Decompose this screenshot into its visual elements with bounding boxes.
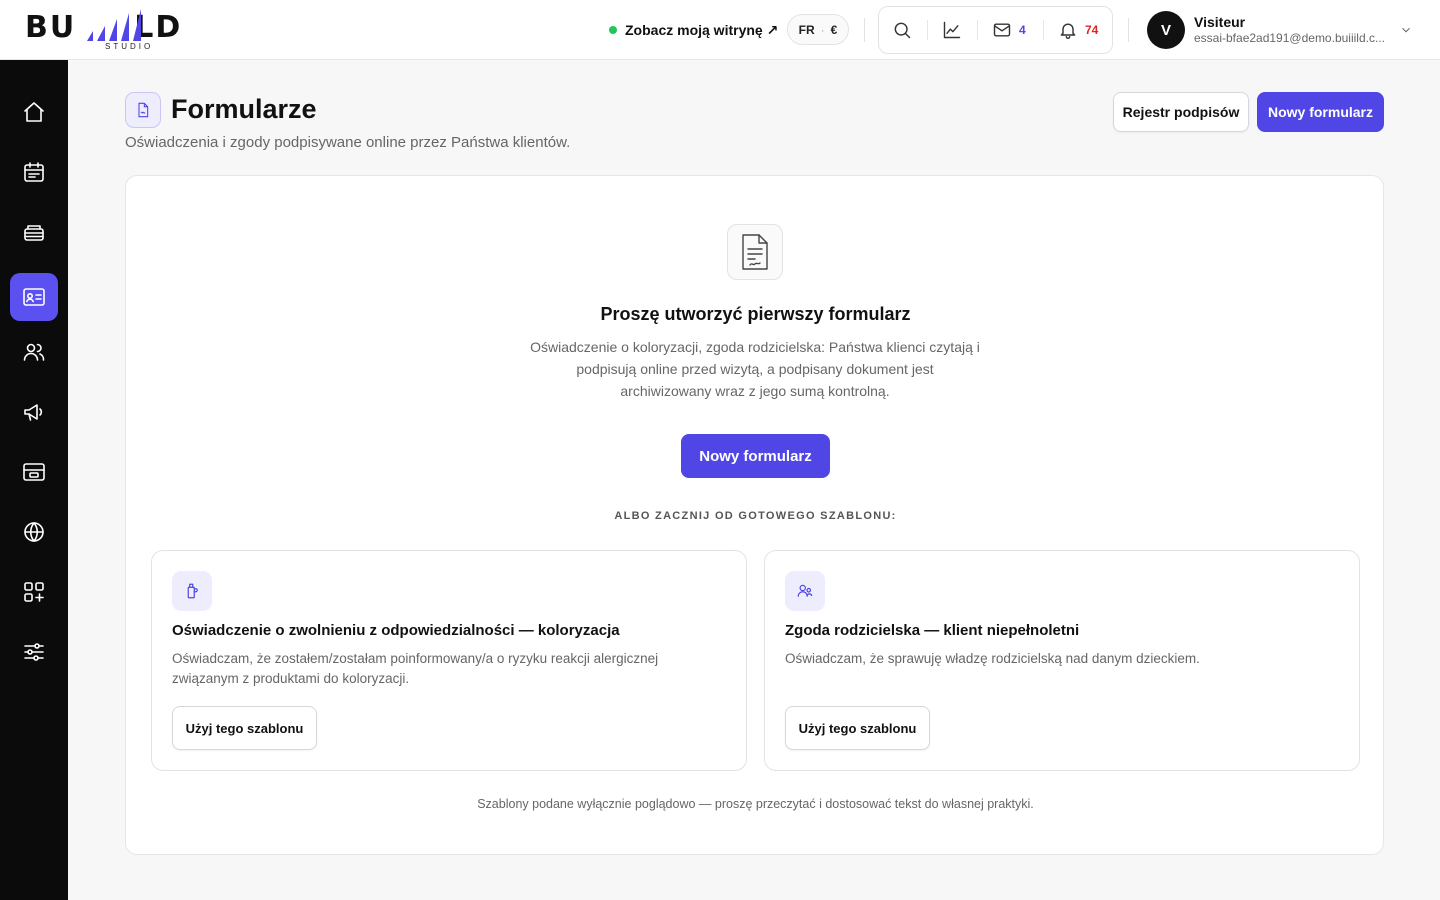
sidebar-item-home[interactable] [10, 88, 58, 136]
empty-state-title: Proszę utworzyć pierwszy formularz [600, 304, 911, 324]
top-bar: BU LD STUDIO Zobacz moją witrynę ↗ FR · €… [0, 0, 1440, 60]
payment-icon [23, 463, 45, 481]
templates-label: ALBO ZACZNIJ OD GOTOWEGO SZABLONU: [614, 510, 897, 522]
tool-divider [977, 20, 978, 40]
parent-child-icon [797, 584, 813, 597]
messages-button[interactable]: 4 [992, 7, 1026, 53]
user-email: essai-bfae2ad191@demo.buiiild.c... [1194, 31, 1385, 45]
sidebar-item-services[interactable] [10, 208, 58, 256]
tool-divider [927, 20, 928, 40]
view-site-label: Zobacz moją witrynę ↗ [625, 21, 779, 38]
signature-register-button[interactable]: Rejestr podpisów [1113, 92, 1249, 132]
sidebar-item-apps[interactable] [10, 568, 58, 616]
sidebar-item-forms[interactable] [10, 273, 58, 321]
globe-icon [24, 522, 44, 542]
avatar: V [1147, 11, 1185, 49]
document-icon [138, 102, 149, 118]
tool-divider [1043, 20, 1044, 40]
brand-logo[interactable]: BU LD STUDIO [25, 9, 185, 53]
megaphone-icon [24, 404, 43, 421]
chevron-down-icon [1402, 27, 1410, 33]
home-icon [24, 102, 44, 122]
template-title: Oświadczenie o zwolnieniu z odpowiedzial… [172, 622, 620, 639]
template-card-parental-consent: Zgoda rodzicielska — klient niepełnoletn… [764, 550, 1360, 771]
stack-icon [24, 225, 44, 241]
online-status-dot [609, 26, 617, 34]
notifications-button[interactable]: 74 [1058, 7, 1098, 53]
sidebar-item-clients[interactable] [10, 328, 58, 376]
stats-button[interactable] [942, 7, 962, 53]
templates-disclaimer: Szablony podane wyłącznie poglądowo — pr… [477, 797, 1034, 811]
separator-dot: · [820, 22, 825, 37]
template-description: Oświadczam, że zostałem/zostałam poinfor… [172, 651, 659, 686]
users-icon [23, 343, 45, 361]
empty-state-description: Oświadczenie o koloryzacji, zgoda rodzic… [530, 339, 980, 399]
sidebar-item-settings[interactable] [10, 628, 58, 676]
template-icon [172, 571, 212, 611]
template-description: Oświadczam, że sprawuję władzę rodziciel… [785, 651, 1200, 666]
template-icon [785, 571, 825, 611]
bell-icon [1060, 23, 1076, 39]
logo-bars-icon [87, 9, 141, 41]
chart-line-icon [943, 21, 961, 39]
sidebar-item-payments[interactable] [10, 448, 58, 496]
language-code: FR [798, 22, 815, 37]
language-currency-selector[interactable]: FR · € [787, 14, 849, 45]
sidebar-item-marketing[interactable] [10, 388, 58, 436]
page-icon [125, 92, 161, 128]
view-site-link[interactable]: Zobacz moją witrynę ↗ [609, 20, 778, 40]
header-tools: 4 74 [878, 6, 1113, 54]
logo-subtitle: STUDIO [105, 42, 154, 51]
sliders-icon [24, 643, 44, 661]
currency-symbol: € [830, 22, 838, 37]
header-divider [1128, 18, 1129, 42]
use-template-button[interactable]: Użyj tego szablonu [785, 706, 930, 750]
user-name: Visiteur [1194, 14, 1246, 30]
search-button[interactable] [892, 7, 912, 53]
color-bottle-icon [187, 583, 198, 599]
template-card-coloring: Oświadczenie o zwolnieniu z odpowiedzial… [151, 550, 747, 771]
create-form-button[interactable]: Nowy formularz [681, 434, 830, 478]
notifications-count: 74 [1085, 23, 1099, 37]
use-template-button[interactable]: Użyj tego szablonu [172, 706, 317, 750]
user-menu[interactable]: V Visiteur essai-bfae2ad191@demo.buiiild… [1147, 11, 1417, 49]
empty-state-icon [727, 224, 783, 280]
page-title: Formularze [171, 94, 317, 124]
logo-letters-left: BU [25, 10, 77, 45]
id-card-icon [23, 288, 45, 306]
mail-icon [993, 23, 1011, 37]
search-icon [894, 22, 911, 39]
new-form-button[interactable]: Nowy formularz [1257, 92, 1384, 132]
template-title: Zgoda rodzicielska — klient niepełnoletn… [785, 622, 1080, 639]
sidebar [0, 60, 68, 900]
page-subtitle: Oświadczenia i zgody podpisywane online … [125, 134, 571, 151]
messages-count: 4 [1019, 23, 1026, 37]
apps-icon [24, 582, 44, 602]
sidebar-item-website[interactable] [10, 508, 58, 556]
calendar-icon [24, 162, 44, 182]
document-lines-icon [742, 234, 768, 270]
header-divider [864, 18, 865, 42]
empty-state-card: Proszę utworzyć pierwszy formularz Oświa… [125, 175, 1384, 855]
sidebar-item-calendar[interactable] [10, 148, 58, 196]
